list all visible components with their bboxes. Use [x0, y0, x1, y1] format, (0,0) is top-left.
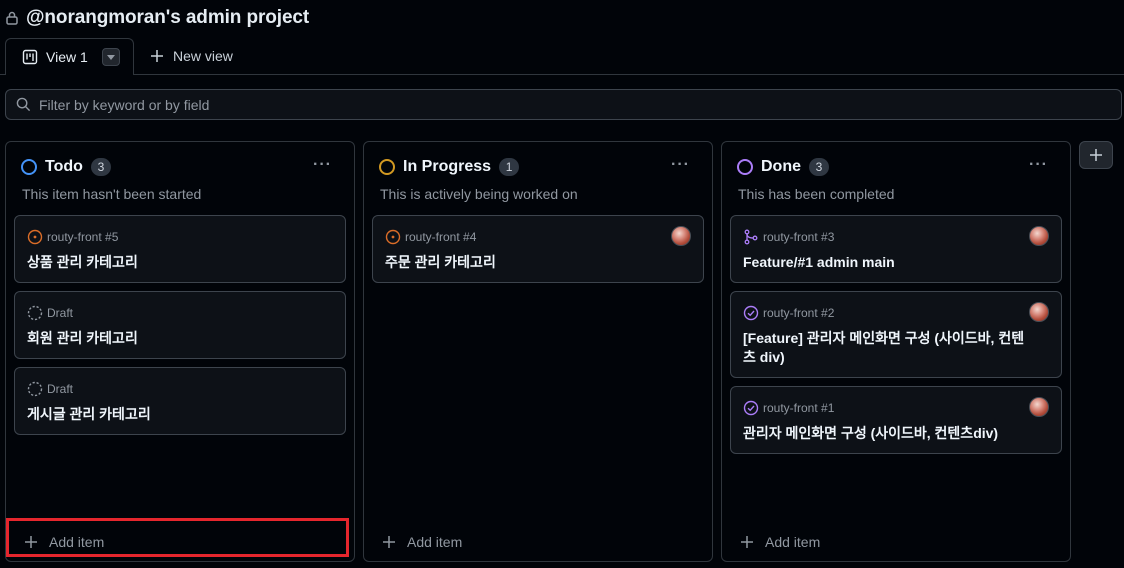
column-count: 3 [90, 158, 111, 176]
card-repo[interactable]: routy-front #4 [405, 230, 476, 244]
view-options-button[interactable] [101, 48, 120, 66]
card-meta: Draft [27, 381, 73, 397]
card-title[interactable]: 관리자 메인화면 구성 (사이드바, 컨텐츠div) [743, 424, 1033, 443]
card-meta: routy-front #1 [743, 400, 834, 416]
card-title[interactable]: 주문 관리 카테고리 [385, 253, 675, 272]
card-meta: routy-front #3 [743, 229, 834, 245]
filter-input[interactable]: Filter by keyword or by field [5, 89, 1122, 120]
add-item-label: Add item [407, 534, 463, 550]
card-meta: routy-front #2 [743, 305, 834, 321]
view-tabs: View 1 New view [0, 38, 1124, 76]
card-repo[interactable]: routy-front #3 [763, 230, 834, 244]
add-item-button[interactable]: Add item [372, 526, 704, 558]
column-name: Todo [45, 158, 83, 175]
card-item[interactable]: Draft 게시글 관리 카테고리 [14, 367, 346, 435]
card-title[interactable]: Feature/#1 admin main [743, 253, 1033, 272]
highlight-box [6, 518, 349, 557]
card-meta: Draft [27, 305, 73, 321]
project-header: @norangmoran's admin project [6, 6, 309, 30]
card-title[interactable]: [Feature] 관리자 메인화면 구성 (사이드바, 컨텐츠 div) [743, 329, 1033, 367]
search-icon [16, 97, 31, 112]
add-item-label: Add item [765, 534, 821, 550]
status-circle-icon [21, 159, 37, 175]
card-meta: routy-front #4 [385, 229, 476, 245]
card-title[interactable]: 상품 관리 카테고리 [27, 253, 317, 272]
issue-opened-icon [27, 229, 43, 245]
assignee-avatar[interactable] [1029, 226, 1049, 246]
column-count: 1 [499, 158, 520, 176]
card-repo[interactable]: routy-front #5 [47, 230, 118, 244]
tab-view-1[interactable]: View 1 [5, 38, 134, 76]
card-item[interactable]: routy-front #1 관리자 메인화면 구성 (사이드바, 컨텐츠div… [730, 386, 1062, 454]
project-title: @norangmoran's admin project [26, 7, 310, 28]
issue-opened-icon [385, 229, 401, 245]
column-header: In Progress 1 [379, 157, 520, 177]
card-item[interactable]: routy-front #2 [Feature] 관리자 메인화면 구성 (사이… [730, 291, 1062, 378]
column-count: 3 [809, 158, 829, 176]
card-repo[interactable]: routy-front #1 [763, 401, 834, 415]
column-description: This is actively being worked on [380, 186, 578, 202]
add-column-button[interactable] [1079, 141, 1113, 169]
column-header: Done 3 [737, 157, 829, 177]
column-name: Done [761, 158, 801, 175]
column-todo: Todo 3 ··· This item hasn't been started… [5, 141, 355, 562]
assignee-avatar[interactable] [1029, 302, 1049, 322]
kebab-horizontal-icon[interactable]: ··· [313, 156, 332, 174]
plus-icon [383, 536, 395, 548]
card-item[interactable]: routy-front #4 주문 관리 카테고리 [372, 215, 704, 283]
card-repo[interactable]: routy-front #2 [763, 306, 834, 320]
new-view-label: New view [173, 48, 233, 64]
card-item[interactable]: routy-front #3 Feature/#1 admin main [730, 215, 1062, 283]
card-draft-label: Draft [47, 306, 74, 320]
new-view-button[interactable]: New view [150, 48, 233, 64]
column-in-progress: In Progress 1 ··· This is actively being… [363, 141, 713, 562]
add-item-button[interactable]: Add item [730, 526, 1062, 558]
filter-placeholder: Filter by keyword or by field [39, 96, 210, 113]
git-merge-icon [744, 229, 758, 245]
issue-closed-icon [743, 305, 759, 321]
lock-icon [6, 11, 18, 25]
card-item[interactable]: routy-front #5 상품 관리 카테고리 [14, 215, 346, 283]
issue-closed-icon [743, 400, 759, 416]
project-board-icon [22, 49, 38, 65]
status-circle-icon [379, 159, 395, 175]
card-item[interactable]: Draft 회원 관리 카테고리 [14, 291, 346, 359]
plus-icon [741, 536, 753, 548]
kebab-horizontal-icon[interactable]: ··· [671, 156, 690, 174]
status-circle-icon [737, 159, 753, 175]
column-name: In Progress [403, 158, 492, 175]
issue-draft-icon [27, 381, 43, 397]
plus-icon [151, 50, 163, 62]
assignee-avatar[interactable] [671, 226, 691, 246]
kebab-horizontal-icon[interactable]: ··· [1029, 156, 1048, 174]
card-title[interactable]: 게시글 관리 카테고리 [27, 405, 317, 424]
card-draft-label: Draft [47, 382, 74, 396]
assignee-avatar[interactable] [1029, 397, 1049, 417]
triangle-down-icon [106, 54, 115, 60]
column-description: This item hasn't been started [22, 186, 202, 202]
column-header: Todo 3 [21, 157, 111, 177]
tab-view-1-label: View 1 [46, 49, 88, 65]
issue-draft-icon [27, 305, 43, 321]
column-done: Done 3 ··· This has been completed routy… [721, 141, 1071, 562]
card-title[interactable]: 회원 관리 카테고리 [27, 329, 317, 348]
plus-icon [1090, 149, 1102, 161]
column-description: This has been completed [738, 186, 895, 202]
card-meta: routy-front #5 [27, 229, 118, 245]
